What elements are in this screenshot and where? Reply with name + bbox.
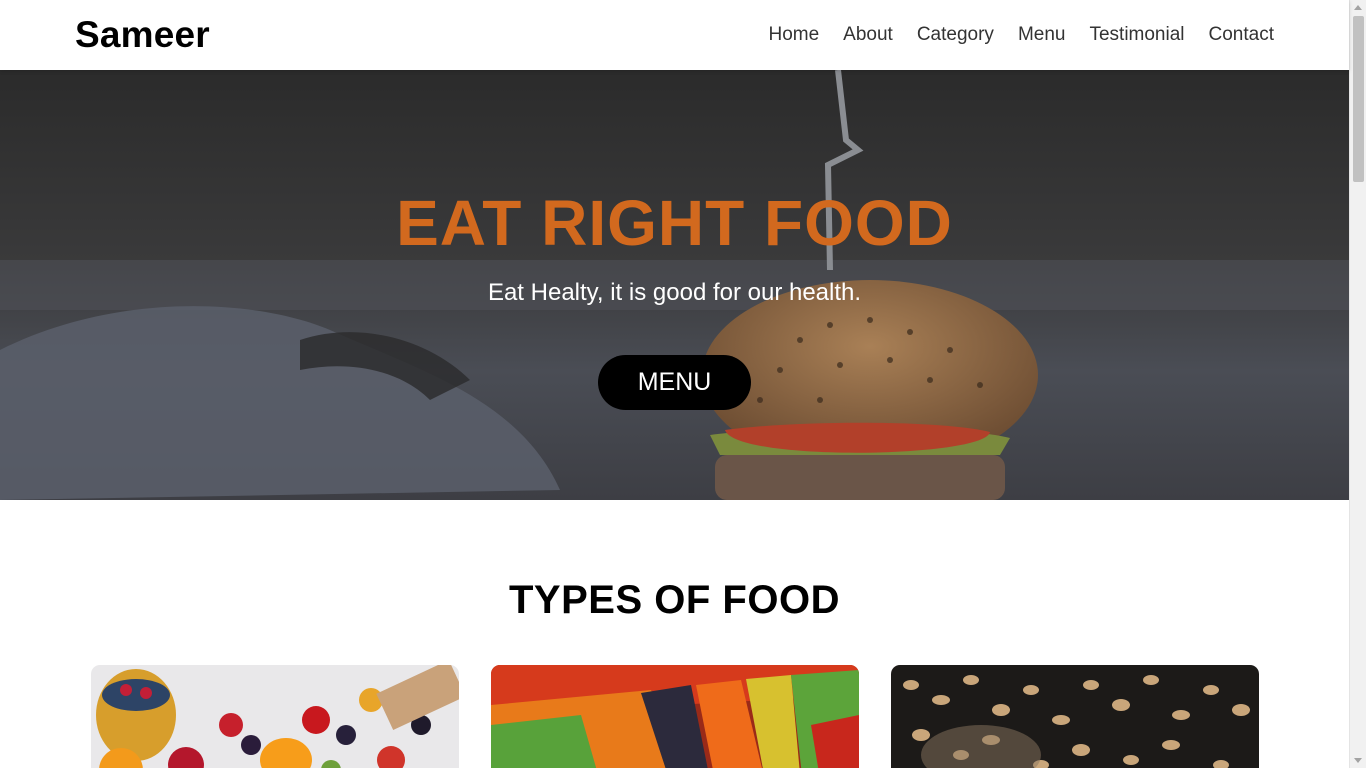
nav-link-category[interactable]: Category (917, 24, 994, 46)
nav-link-home[interactable]: Home (768, 24, 819, 46)
hero-section: EAT RIGHT FOOD Eat Healty, it is good fo… (0, 70, 1349, 500)
fruits-image (91, 665, 459, 768)
brand-logo[interactable]: Sameer (75, 14, 210, 56)
vertical-scrollbar[interactable] (1349, 0, 1366, 768)
food-card-fruits[interactable] (91, 665, 459, 768)
food-card-grains[interactable] (891, 665, 1259, 768)
hero-title: EAT RIGHT FOOD (396, 187, 953, 259)
nav-link-testimonial[interactable]: Testimonial (1089, 24, 1184, 46)
scroll-up-icon[interactable] (1354, 5, 1362, 10)
nav-links: Home About Category Menu Testimonial Con… (768, 24, 1274, 46)
section-title: TYPES OF FOOD (509, 578, 840, 622)
nav-link-menu[interactable]: Menu (1018, 24, 1066, 46)
menu-button[interactable]: MENU (598, 355, 751, 410)
vegetables-image (491, 665, 859, 768)
food-cards (91, 665, 1259, 768)
scroll-down-icon[interactable] (1354, 758, 1362, 763)
navbar: Sameer Home About Category Menu Testimon… (0, 0, 1349, 70)
food-card-vegetables[interactable] (491, 665, 859, 768)
nav-link-about[interactable]: About (843, 24, 893, 46)
nav-link-contact[interactable]: Contact (1209, 24, 1274, 46)
grains-image (891, 665, 1259, 768)
scroll-thumb[interactable] (1353, 16, 1364, 182)
hero-subtitle: Eat Healty, it is good for our health. (487, 279, 862, 306)
